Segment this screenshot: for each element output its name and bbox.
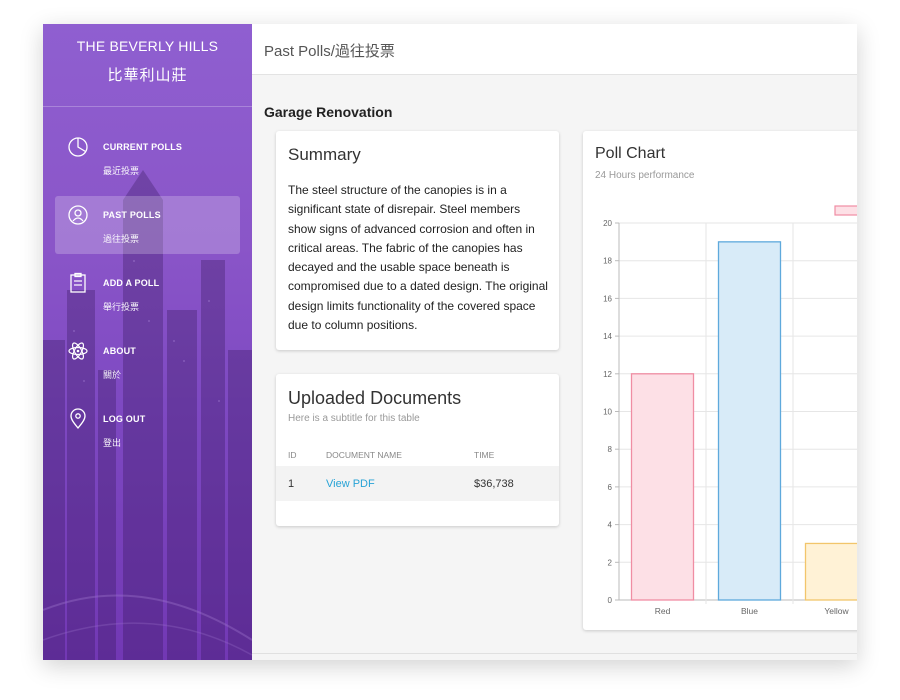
main-content: Past Polls/過往投票 Garage Renovation Summar… [252,24,857,660]
y-tick-label: 0 [608,596,613,605]
view-pdf-link[interactable]: View PDF [326,478,375,490]
x-tick-label: Yellow [824,606,849,616]
document-id: 1 [288,478,295,490]
y-tick-label: 8 [608,445,613,454]
legend-swatch [834,205,857,216]
sidebar-item-label: ABOUT [103,346,136,356]
y-tick-label: 2 [608,558,613,567]
bar-chart: 0 2 4 6 8 10 12 14 16 18 20 Red Blue Yellow [603,205,857,616]
bar-red [630,373,695,601]
poll-chart-card: Poll Chart 24 Hours performance 0 2 4 6 8 10 1… [583,131,857,630]
y-tick-label: 20 [603,219,612,228]
sidebar-item-current-polls[interactable]: CURRENT POLLS 最近投票 [55,128,240,186]
column-header-id: ID [288,450,297,460]
users-icon [68,205,88,225]
atom-icon [68,342,88,360]
sidebar: THE BEVERLY HILLS 比華利山莊 CURRENT POLLS 最近… [43,24,252,660]
brand: THE BEVERLY HILLS 比華利山莊 [43,38,252,85]
sidebar-item-add-a-poll[interactable]: ADD A POLL 舉行投票 [55,264,240,322]
top-bar: Past Polls/過往投票 [252,24,857,75]
sidebar-item-sublabel: 登出 [103,438,122,448]
y-tick-label: 16 [603,294,612,303]
document-time: $36,738 [474,478,514,490]
y-tick-label: 4 [608,521,613,530]
bar-yellow [804,542,857,601]
column-header-document-name: DOCUMENT NAME [326,450,402,460]
app-window: THE BEVERLY HILLS 比華利山莊 CURRENT POLLS 最近… [43,24,857,660]
divider [252,653,857,654]
y-tick-label: 6 [608,483,613,492]
sidebar-item-log-out[interactable]: LOG OUT 登出 [55,400,240,458]
sidebar-item-about[interactable]: ABOUT 關於 [55,332,240,390]
summary-title: Summary [288,145,361,164]
bar-blue [717,241,782,601]
sidebar-item-sublabel: 關於 [103,370,122,380]
documents-title: Uploaded Documents [288,388,462,408]
page-title: Past Polls/過往投票 [264,43,395,60]
location-pin-icon [70,408,86,430]
y-tick-label: 18 [603,257,612,266]
summary-card: Summary The steel structure of the canop… [276,131,559,350]
brand-name-en: THE BEVERLY HILLS [76,38,219,54]
table-row [276,466,559,501]
uploaded-documents-card: Uploaded Documents Here is a subtitle fo… [276,374,559,526]
sidebar-item-label: LOG OUT [103,414,146,424]
sidebar-item-sublabel: 最近投票 [103,166,140,176]
y-tick-label: 14 [603,332,612,341]
summary-text: The steel structure of the canopies is i… [288,183,548,333]
sidebar-nav: CURRENT POLLS 最近投票 PAST POLLS 過往投票 ADD A… [55,128,240,468]
sidebar-item-label: CURRENT POLLS [103,142,183,152]
pie-chart-icon [68,137,88,157]
documents-subtitle: Here is a subtitle for this table [288,413,420,424]
sidebar-item-label: ADD A POLL [103,278,160,288]
x-tick-label: Blue [741,606,758,616]
column-header-time: TIME [474,450,495,460]
divider [43,106,252,107]
sidebar-item-sublabel: 舉行投票 [103,302,140,312]
x-tick-label: Red [655,606,671,616]
y-tick-label: 10 [603,408,612,417]
poll-title: Garage Renovation [264,104,393,120]
sidebar-item-label: PAST POLLS [103,210,161,220]
sidebar-item-sublabel: 過往投票 [103,234,140,244]
brand-name-zh: 比華利山莊 [107,67,188,84]
y-tick-label: 12 [603,370,612,379]
clipboard-icon [70,272,86,293]
sidebar-item-past-polls[interactable]: PAST POLLS 過往投票 [55,196,240,254]
